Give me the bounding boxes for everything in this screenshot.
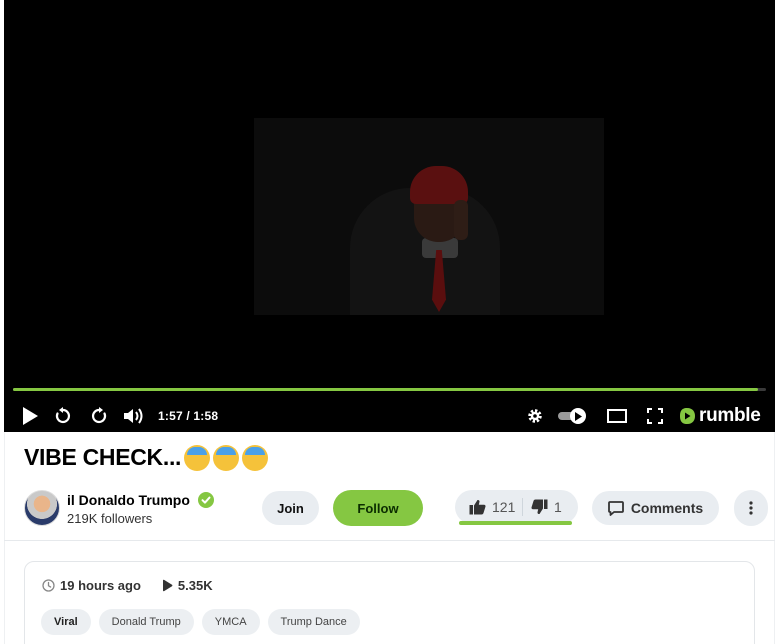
vote-widget: 121 1 — [455, 490, 578, 526]
seek-bar-fill — [13, 388, 759, 391]
downvote-count: 1 — [554, 499, 562, 515]
page-border-right — [774, 432, 775, 644]
view-count: 5.35K — [177, 578, 213, 593]
replay-icon[interactable] — [52, 405, 74, 427]
rumble-logo[interactable]: rumble — [678, 405, 761, 427]
downvote-button[interactable]: 1 — [531, 490, 562, 524]
tag-donald-trump[interactable]: Donald Trump — [98, 609, 194, 635]
smiling-face-with-hat-emoji-icon — [184, 444, 211, 471]
follow-button[interactable]: Follow — [333, 490, 423, 526]
volume-icon[interactable] — [122, 405, 146, 427]
video-figure-hand — [454, 200, 468, 240]
autoplay-play-icon — [570, 408, 586, 424]
vote-divider — [522, 498, 523, 516]
more-options-button[interactable] — [734, 490, 768, 526]
follower-count: 219K followers — [67, 511, 153, 526]
rumble-logo-icon — [680, 408, 695, 424]
play-icon[interactable] — [18, 405, 42, 427]
video-figure-hat — [410, 166, 468, 204]
video-meta: 19 hours ago 5.35K — [42, 578, 213, 593]
comments-button[interactable]: Comments — [592, 491, 719, 525]
tag-list: Viral Donald Trump YMCA Trump Dance — [41, 609, 360, 635]
upvote-button[interactable]: 121 — [469, 490, 515, 524]
comment-bubble-icon — [607, 500, 624, 516]
join-button[interactable]: Join — [262, 491, 319, 525]
settings-gear-icon[interactable] — [524, 405, 546, 427]
theater-mode-icon[interactable] — [606, 405, 628, 427]
more-vertical-icon — [749, 501, 753, 515]
comments-button-label: Comments — [630, 500, 704, 516]
video-title-text: VIBE CHECK... — [24, 444, 182, 470]
channel-avatar[interactable] — [24, 490, 60, 526]
vote-ratio-bar — [459, 521, 573, 525]
smiling-face-with-hat-emoji-icon — [242, 444, 269, 471]
clock-icon — [42, 579, 55, 592]
channel-name[interactable]: il Donaldo Trumpo — [67, 492, 190, 508]
video-frame[interactable] — [254, 118, 604, 315]
time-display: 1:57 / 1:58 — [158, 409, 219, 423]
page-border-left — [4, 432, 5, 644]
verified-badge-icon — [198, 492, 214, 508]
player-controls: 1:57 / 1:58 rumble — [4, 400, 775, 432]
seek-bar[interactable] — [13, 388, 766, 391]
tag-ymca[interactable]: YMCA — [201, 609, 260, 635]
video-title: VIBE CHECK... — [24, 444, 269, 471]
thumbs-down-icon — [531, 499, 548, 515]
video-info-card: 19 hours ago 5.35K Viral Donald Trump YM… — [24, 561, 755, 644]
tag-trump-dance[interactable]: Trump Dance — [267, 609, 360, 635]
autoplay-toggle[interactable] — [558, 408, 588, 424]
tag-viral[interactable]: Viral — [41, 609, 91, 635]
smiling-face-with-hat-emoji-icon — [213, 444, 240, 471]
section-divider — [4, 540, 775, 541]
upvote-count: 121 — [492, 499, 516, 515]
thumbs-up-icon — [469, 499, 486, 515]
video-player[interactable]: 1:57 / 1:58 rumble — [4, 0, 775, 432]
video-page: 1:57 / 1:58 rumble VIBE CHECK... il Dona… — [0, 0, 778, 644]
posted-time: 19 hours ago — [60, 578, 141, 593]
rumble-logo-text: rumble — [699, 405, 761, 426]
fullscreen-icon[interactable] — [644, 405, 666, 427]
forward-icon[interactable] — [88, 405, 110, 427]
views-play-icon — [162, 579, 173, 592]
